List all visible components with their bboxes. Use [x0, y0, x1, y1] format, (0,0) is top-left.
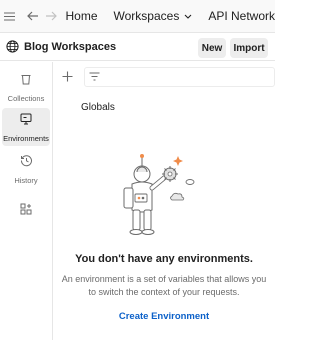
- environments-panel: Globals You don't have any environments.: [53, 62, 275, 340]
- chevron-down-icon: [184, 14, 192, 19]
- new-button[interactable]: New: [198, 38, 226, 58]
- history-clock-icon: [20, 154, 33, 172]
- globe-icon: [0, 40, 24, 53]
- add-environment-icon[interactable]: [62, 69, 73, 87]
- filter-input[interactable]: [84, 67, 275, 87]
- sidebar-item-collections[interactable]: Collections: [2, 68, 50, 106]
- globals-item[interactable]: Globals: [81, 102, 115, 113]
- sidebar-item-environments[interactable]: Environments: [2, 108, 50, 146]
- sidebar-item-label: History: [14, 175, 38, 185]
- trash-can-icon: [20, 72, 32, 90]
- top-navigation-bar: Home Workspaces API Network: [0, 0, 275, 33]
- back-arrow-icon[interactable]: [24, 0, 42, 32]
- empty-state-description: An environment is a set of variables tha…: [61, 274, 267, 297]
- sidebar-item-label: Collections: [7, 93, 45, 103]
- sidebar-item-label: Environments: [3, 133, 49, 143]
- left-sidebar: Collections Environments History: [0, 62, 53, 340]
- hamburger-menu-icon[interactable]: [0, 0, 20, 32]
- filter-icon: [89, 68, 100, 86]
- environments-toolbar: [53, 66, 275, 88]
- create-environment-link[interactable]: Create Environment: [53, 311, 275, 322]
- home-link[interactable]: Home: [66, 9, 98, 23]
- sidebar-item-apps[interactable]: [2, 192, 50, 230]
- astronaut-illustration: [123, 154, 195, 235]
- environment-monitor-icon: [20, 112, 32, 130]
- workspaces-label: Workspaces: [113, 9, 180, 23]
- workspace-header: Blog Workspaces New Import: [0, 33, 275, 61]
- forward-arrow-icon[interactable]: [42, 0, 60, 32]
- api-network-link[interactable]: API Network: [208, 9, 275, 23]
- apps-grid-plus-icon: [20, 202, 32, 220]
- import-button[interactable]: Import: [230, 38, 268, 58]
- sidebar-item-history[interactable]: History: [2, 150, 50, 188]
- workspace-name[interactable]: Blog Workspaces: [24, 41, 116, 53]
- workspaces-menu[interactable]: Workspaces: [114, 9, 193, 23]
- empty-state-title: You don't have any environments.: [75, 253, 253, 265]
